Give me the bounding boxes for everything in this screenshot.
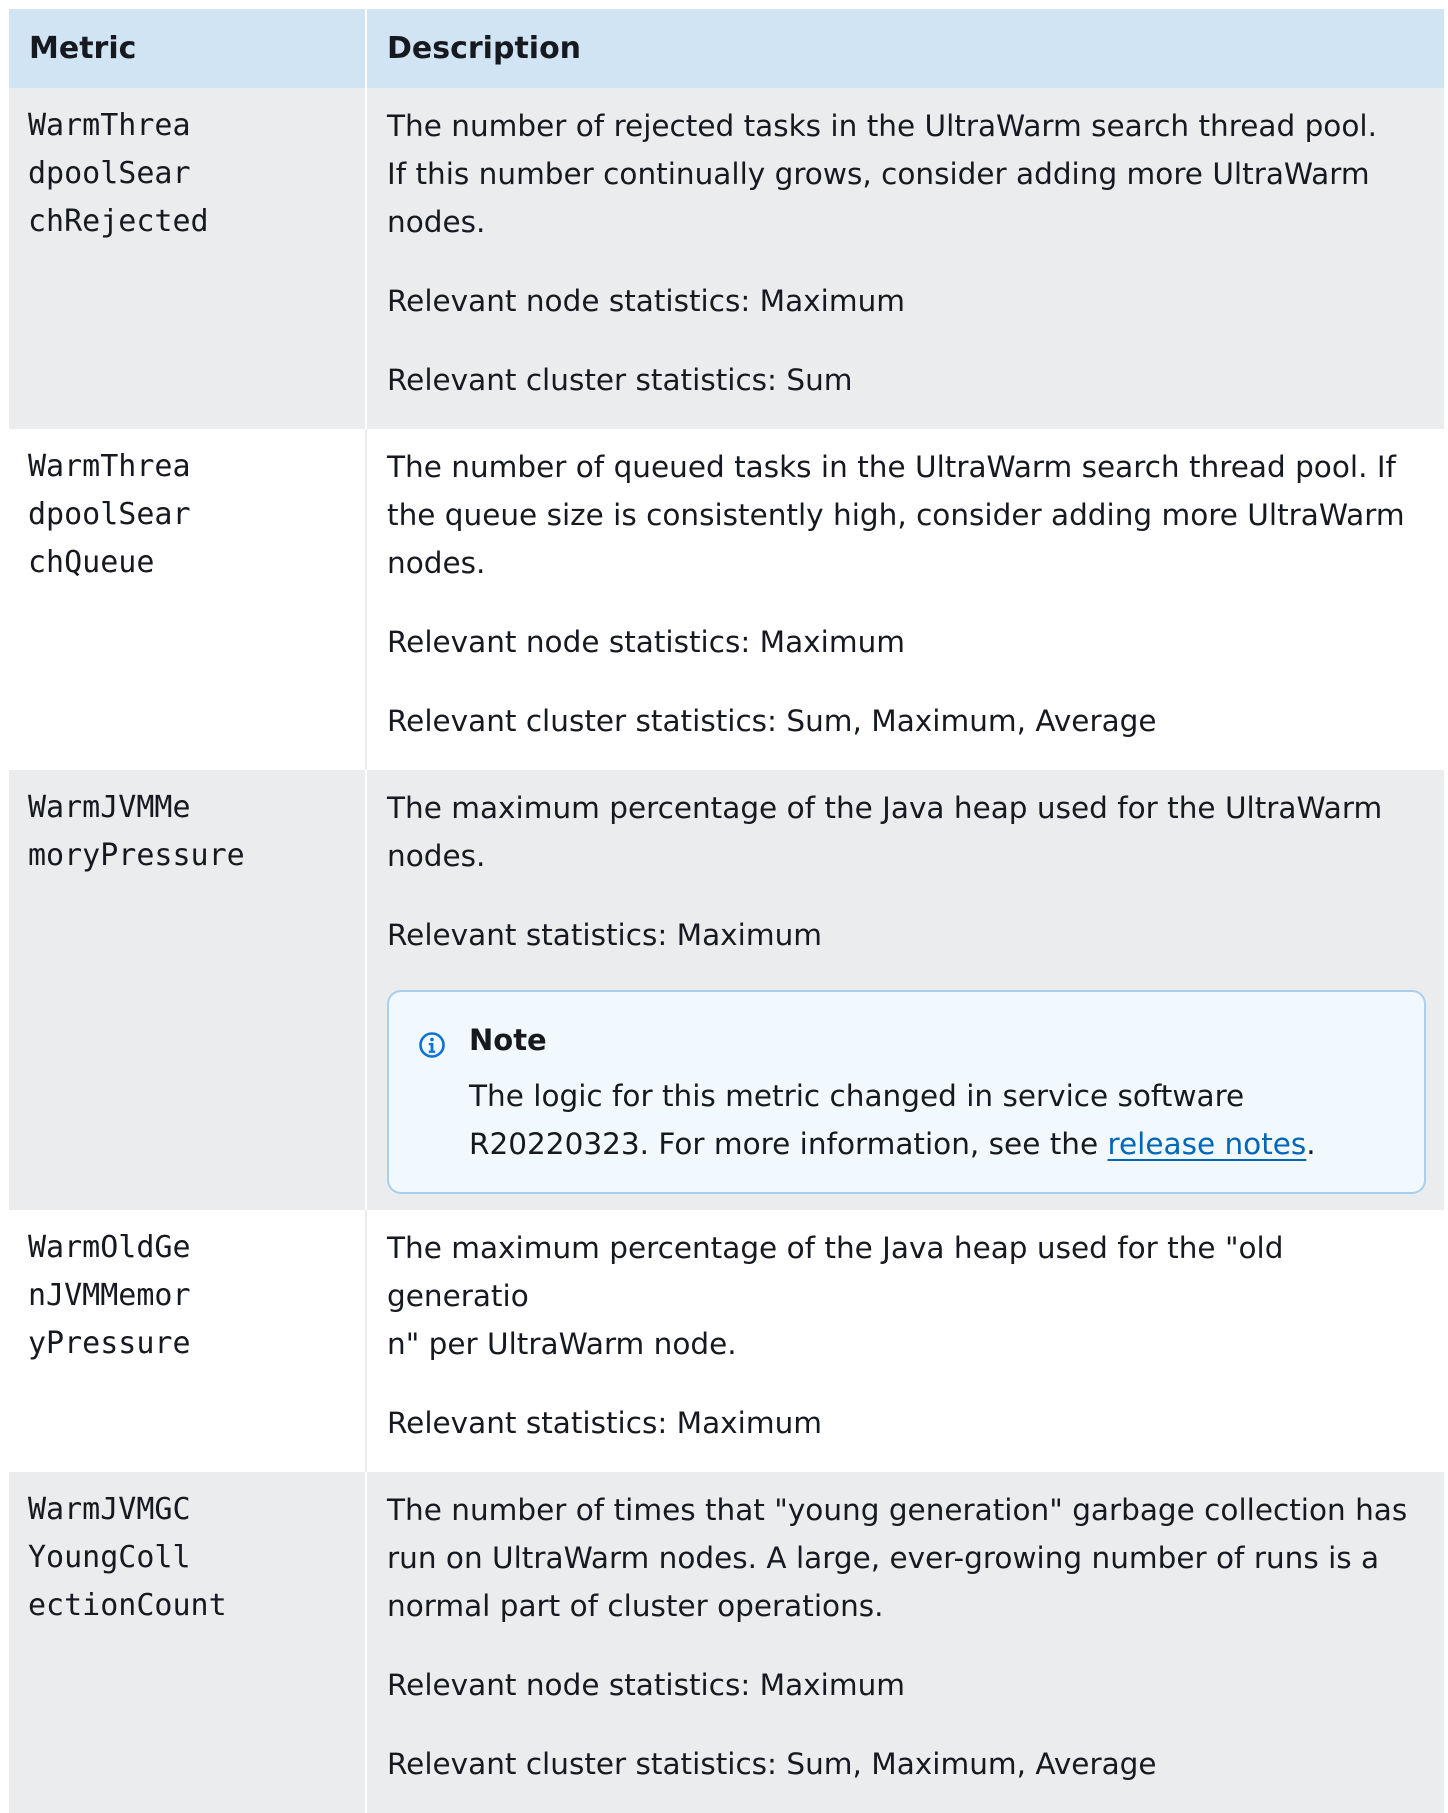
statistics: Relevant statistics: Maximum: [387, 918, 823, 952]
metric-cell: WarmThrea dpoolSear chQueue: [9, 429, 366, 770]
description-column-header: Description: [365, 9, 1444, 88]
cluster-statistics: Relevant cluster statistics: Sum: [387, 363, 853, 397]
table-header-row: Metric Description: [9, 9, 1444, 88]
description-cell: The number of times that "young generati…: [365, 1472, 1444, 1813]
note-callout: Note The logic for this metric changed i…: [387, 990, 1426, 1194]
metric-column-header: Metric: [9, 9, 366, 88]
table-row: WarmJVMGC YoungColl ectionCount The numb…: [9, 1472, 1444, 1813]
cluster-statistics: Relevant cluster statistics: Sum, Maximu…: [387, 1747, 1157, 1781]
table-row: WarmThrea dpoolSear chRejected The numbe…: [9, 88, 1444, 429]
metric-description: The number of times that "young generati…: [387, 1493, 1408, 1623]
metric-name: WarmOldGe nJVMMemor yPressure: [28, 1230, 191, 1361]
metric-cell: WarmOldGe nJVMMemor yPressure: [9, 1210, 366, 1472]
node-statistics: Relevant node statistics: Maximum: [387, 1668, 906, 1702]
metric-cell: WarmThrea dpoolSear chRejected: [9, 88, 366, 429]
metric-name: WarmThrea dpoolSear chRejected: [28, 108, 209, 239]
metric-description: The number of rejected tasks in the Ultr…: [387, 109, 1377, 239]
description-cell: The maximum percentage of the Java heap …: [365, 770, 1444, 1210]
cluster-statistics: Relevant cluster statistics: Sum, Maximu…: [387, 704, 1157, 738]
release-notes-link[interactable]: release notes: [1108, 1127, 1307, 1161]
description-cell: The number of rejected tasks in the Ultr…: [365, 88, 1444, 429]
metric-name: WarmJVMGC YoungColl ectionCount: [28, 1492, 227, 1623]
metric-name: WarmJVMMe moryPressure: [28, 790, 245, 873]
metrics-table: Metric Description WarmThrea dpoolSear c…: [9, 9, 1444, 1813]
description-cell: The maximum percentage of the Java heap …: [365, 1210, 1444, 1472]
table-row: WarmOldGe nJVMMemor yPressure The maximu…: [9, 1210, 1444, 1472]
note-title: Note: [469, 1023, 547, 1057]
metric-description: The maximum percentage of the Java heap …: [387, 1231, 1284, 1361]
metric-description: The number of queued tasks in the UltraW…: [387, 450, 1405, 580]
node-statistics: Relevant node statistics: Maximum: [387, 284, 906, 318]
node-statistics: Relevant node statistics: Maximum: [387, 625, 906, 659]
statistics: Relevant statistics: Maximum: [387, 1406, 823, 1440]
metric-name: WarmThrea dpoolSear chQueue: [28, 449, 191, 580]
metric-description: The maximum percentage of the Java heap …: [387, 791, 1383, 873]
table-row: WarmThrea dpoolSear chQueue The number o…: [9, 429, 1444, 770]
note-body: The logic for this metric changed in ser…: [469, 1072, 1394, 1168]
table-row: WarmJVMMe moryPressure The maximum perce…: [9, 770, 1444, 1210]
metric-cell: WarmJVMMe moryPressure: [9, 770, 366, 1210]
description-cell: The number of queued tasks in the UltraW…: [365, 429, 1444, 770]
info-icon: [419, 1032, 445, 1058]
note-text-end: .: [1306, 1127, 1316, 1161]
metric-cell: WarmJVMGC YoungColl ectionCount: [9, 1472, 366, 1813]
